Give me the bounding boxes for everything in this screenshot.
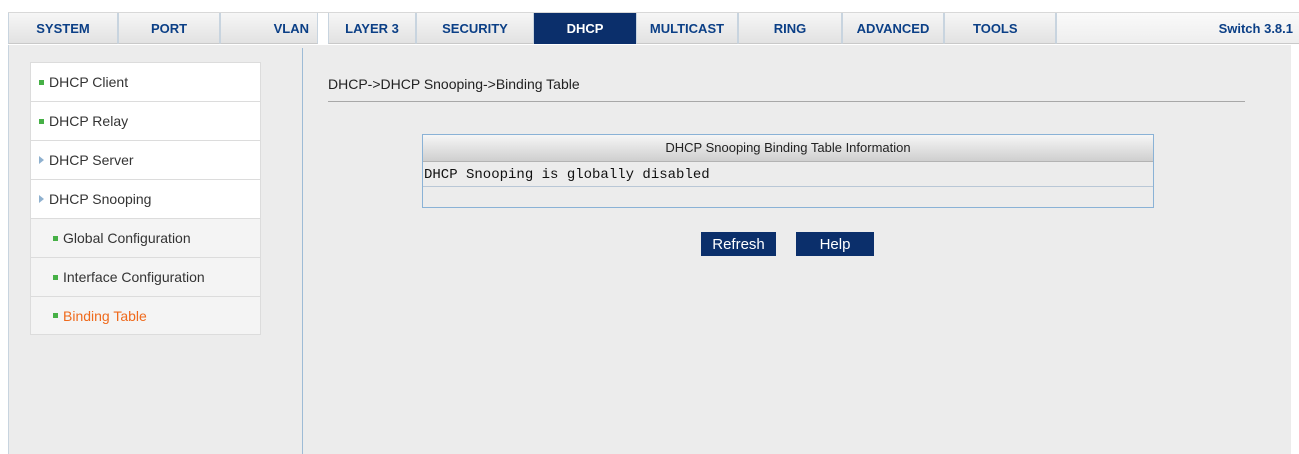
tab-multicast[interactable]: MULTICAST (636, 13, 738, 44)
tab-vlan[interactable]: VLAN (220, 13, 318, 44)
expand-arrow-icon (39, 195, 44, 203)
sidebar-item-dhcp-client[interactable]: DHCP Client (30, 62, 261, 101)
sidebar-item-label: DHCP Snooping (49, 191, 152, 207)
tab-advanced[interactable]: ADVANCED (842, 13, 944, 44)
green-bullet-icon (39, 118, 44, 124)
green-bullet-icon (53, 235, 58, 241)
breadcrumb-divider (328, 101, 1245, 102)
sidebar-item-dhcp-relay[interactable]: DHCP Relay (30, 101, 261, 140)
help-button[interactable]: Help (796, 232, 874, 256)
right-margin (1291, 45, 1299, 454)
tab-system[interactable]: SYSTEM (8, 13, 118, 44)
tab-layer3[interactable]: LAYER 3 (328, 13, 416, 44)
sidebar-item-interface-configuration[interactable]: Interface Configuration (30, 257, 261, 296)
sidebar-item-label: DHCP Relay (49, 113, 129, 129)
sidebar-item-dhcp-snooping[interactable]: DHCP Snooping (30, 179, 261, 218)
sidebar-item-dhcp-server[interactable]: DHCP Server (30, 140, 261, 179)
sidebar-item-label: DHCP Client (49, 74, 129, 90)
sidebar-divider (302, 48, 303, 454)
table-title: DHCP Snooping Binding Table Information (423, 135, 1153, 162)
sidebar-item-label: Binding Table (63, 307, 147, 324)
binding-table-panel: DHCP Snooping Binding Table Information … (422, 134, 1154, 208)
green-bullet-icon (53, 313, 58, 318)
tab-security[interactable]: SECURITY (416, 13, 534, 44)
sidebar-item-global-configuration[interactable]: Global Configuration (30, 218, 261, 257)
tab-dhcp[interactable]: DHCP (534, 13, 636, 44)
sidebar-item-label: Global Configuration (63, 230, 191, 246)
tab-port[interactable]: PORT (118, 13, 220, 44)
sidebar-menu: DHCP Client DHCP Relay DHCP Server DHCP … (30, 62, 261, 335)
sidebar-item-label: DHCP Server (49, 152, 134, 168)
top-navigation: SYSTEM PORT VLAN LAYER 3 SECURITY DHCP M… (8, 12, 1299, 45)
sidebar-item-binding-table[interactable]: Binding Table (30, 296, 261, 335)
expand-arrow-icon (39, 156, 44, 164)
status-message: DHCP Snooping is globally disabled (424, 167, 710, 183)
tab-tools[interactable]: TOOLS (944, 13, 1056, 44)
version-label: Switch 3.8.1 (1218, 21, 1293, 36)
green-bullet-icon (53, 274, 58, 280)
green-bullet-icon (39, 79, 44, 85)
table-row-divider (423, 186, 1153, 187)
refresh-button[interactable]: Refresh (701, 232, 776, 256)
breadcrumb: DHCP->DHCP Snooping->Binding Table (328, 76, 580, 92)
sidebar-item-label: Interface Configuration (63, 269, 205, 285)
tab-ring[interactable]: RING (738, 13, 842, 44)
